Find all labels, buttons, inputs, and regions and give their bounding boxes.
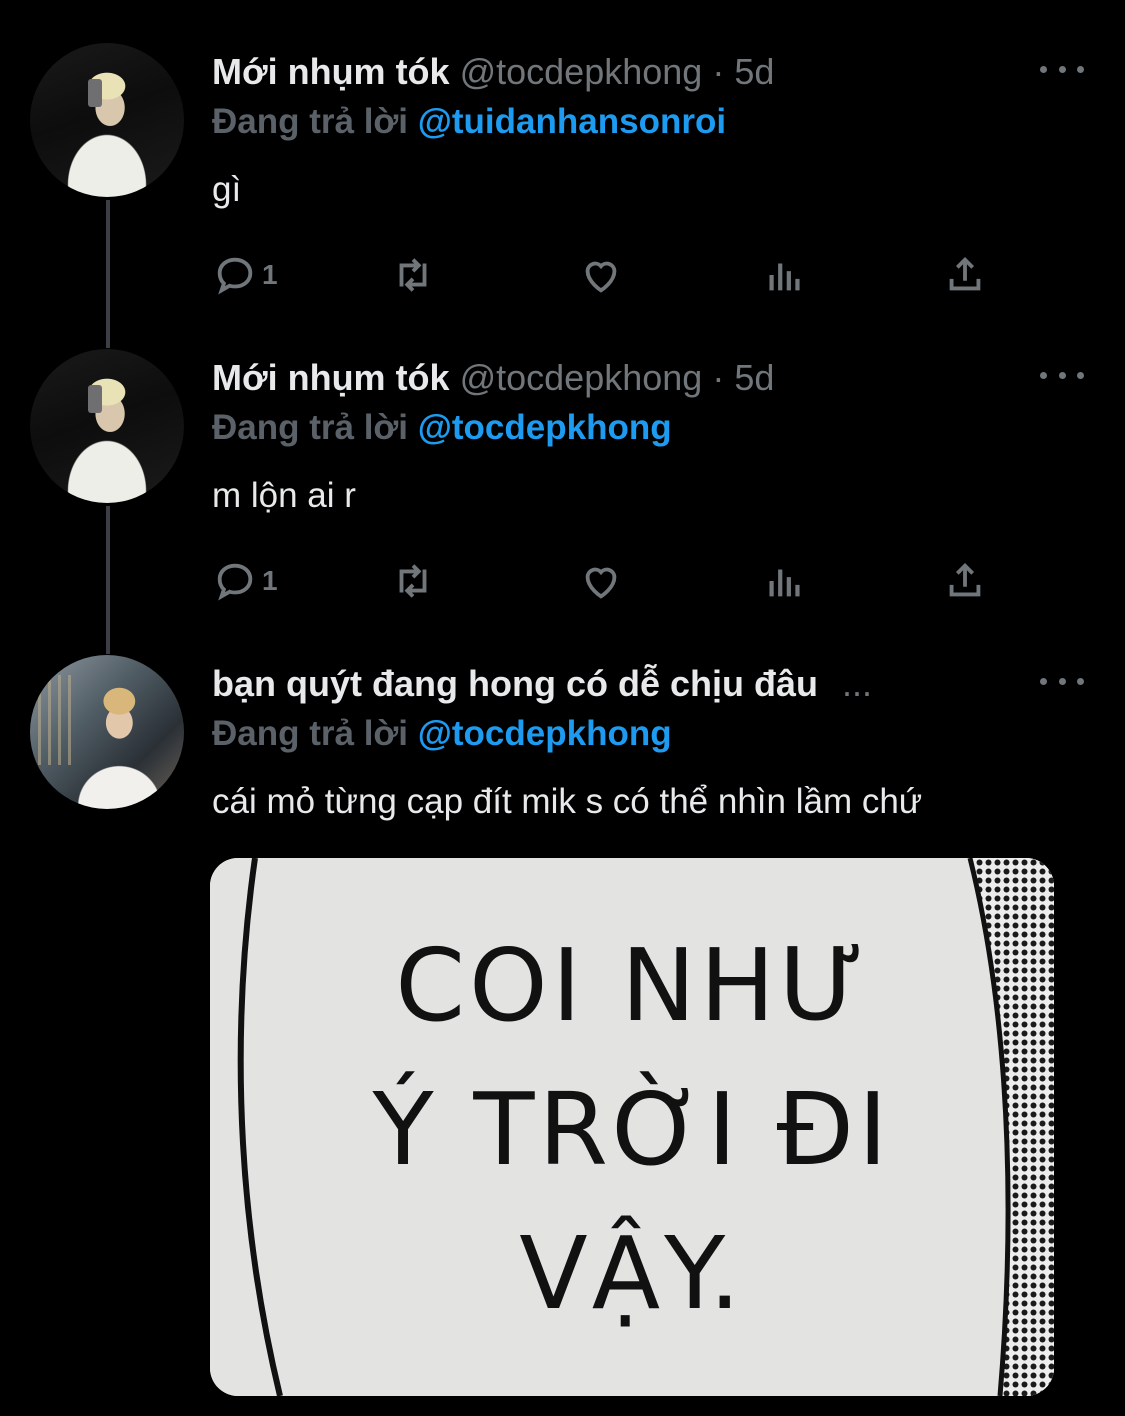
- mention-link[interactable]: @tuidanhansonroi: [418, 102, 726, 141]
- like-icon: [585, 567, 617, 599]
- replying-to: Đang trả lời @tocdepkhong: [212, 713, 672, 755]
- share-icon: [949, 256, 981, 291]
- avatar[interactable]: [30, 655, 184, 809]
- tweet-text: cái mỏ từng cạp đít mik s có thể nhìn lầ…: [212, 782, 923, 821]
- more-icon[interactable]: [1040, 669, 1084, 693]
- like-button[interactable]: [578, 556, 624, 606]
- reply-icon: [217, 563, 253, 601]
- separator: ·: [712, 357, 725, 398]
- reply-count: 1: [262, 259, 278, 290]
- avatar[interactable]: [30, 43, 184, 197]
- retweet-icon: [399, 258, 427, 292]
- replying-to: Đang trả lời @tocdepkhong: [212, 407, 672, 449]
- display-name[interactable]: bạn quýt đang hong có dễ chịu đâu: [212, 663, 818, 704]
- action-bar: 1: [212, 250, 1002, 300]
- reply-icon: [217, 257, 253, 295]
- views-button[interactable]: [762, 250, 808, 300]
- views-icon: [769, 569, 800, 597]
- replying-to-label: Đang trả lời: [212, 102, 409, 141]
- timestamp[interactable]: 5d: [734, 51, 774, 92]
- reply-count: 1: [262, 565, 278, 596]
- replying-to-label: Đang trả lời: [212, 714, 409, 753]
- display-name[interactable]: Mới nhụm tók: [212, 357, 450, 398]
- more-icon[interactable]: [1040, 57, 1084, 81]
- action-bar: 1: [212, 556, 1002, 606]
- user-handle[interactable]: @tocdepkhong: [460, 357, 703, 398]
- tweet-text: gì: [212, 170, 242, 209]
- views-button[interactable]: [762, 556, 808, 606]
- share-button[interactable]: [942, 250, 988, 300]
- tweet[interactable]: Mới nhụm tók @tocdepkhong · 5d Đang trả …: [0, 306, 1125, 612]
- timestamp[interactable]: 5d: [734, 357, 774, 398]
- retweet-icon: [399, 564, 427, 598]
- tweet-text: m lộn ai r: [212, 476, 356, 515]
- share-icon: [949, 562, 981, 597]
- retweet-button[interactable]: [390, 556, 436, 606]
- reply-button[interactable]: 1: [212, 250, 278, 300]
- like-button[interactable]: [578, 250, 624, 300]
- tweet[interactable]: bạn quýt đang hong có dễ chịu đâu ... Đa…: [0, 612, 1125, 1416]
- tweet-header: Mới nhụm tók @tocdepkhong · 5d: [212, 356, 774, 400]
- caption-line: COI NHƯ: [395, 927, 869, 1044]
- caption-line: Ý TRỜI ĐI: [372, 1071, 892, 1188]
- tweet-header: Mới nhụm tók @tocdepkhong · 5d: [212, 50, 774, 94]
- tweet-image[interactable]: COI NHƯ Ý TRỜI ĐI VẬY.: [210, 858, 1054, 1396]
- avatar[interactable]: [30, 349, 184, 503]
- tweet[interactable]: Mới nhụm tók @tocdepkhong · 5d Đang trả …: [0, 0, 1125, 306]
- user-handle[interactable]: @tocdepkhong: [460, 51, 703, 92]
- name-ellipsis: ...: [842, 663, 873, 704]
- replying-to: Đang trả lời @tuidanhansonroi: [212, 101, 726, 143]
- reply-button[interactable]: 1: [212, 556, 278, 606]
- display-name[interactable]: Mới nhụm tók: [212, 51, 450, 92]
- views-icon: [769, 263, 800, 291]
- separator: ·: [712, 51, 725, 92]
- mention-link[interactable]: @tocdepkhong: [418, 714, 672, 753]
- share-button[interactable]: [942, 556, 988, 606]
- tweet-header: bạn quýt đang hong có dễ chịu đâu ...: [212, 662, 872, 706]
- retweet-button[interactable]: [390, 250, 436, 300]
- replying-to-label: Đang trả lời: [212, 408, 409, 447]
- caption-line: VẬY.: [519, 1215, 745, 1332]
- like-icon: [585, 261, 617, 293]
- more-icon[interactable]: [1040, 363, 1084, 387]
- mention-link[interactable]: @tocdepkhong: [418, 408, 672, 447]
